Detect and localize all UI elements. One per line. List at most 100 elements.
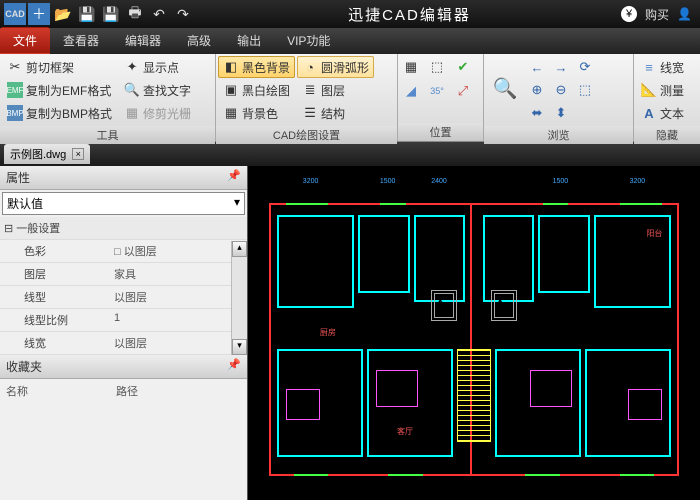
ortho-icon: ◢ — [403, 83, 419, 99]
arrow-left-icon: ← — [529, 59, 545, 75]
text-button[interactable]: A文本 — [636, 102, 689, 124]
zoom-fit-button[interactable]: 🔍 — [486, 56, 524, 120]
undo-icon[interactable]: ↶ — [148, 3, 170, 25]
trim-raster-button[interactable]: ▦修剪光栅 — [119, 102, 196, 124]
tab-vip[interactable]: VIP功能 — [274, 27, 343, 54]
ribbon-group-position: ▦ ⬚ ✔ ◢ 35° ⤢ 位置 — [398, 54, 484, 141]
sidebar: 属性 📌 默认值 ▾ ⊟ 一般设置 色彩□ 以图层 图层家具 线型以图层 线型比… — [0, 166, 248, 500]
group-label-browse: 浏览 — [484, 126, 633, 144]
property-row[interactable]: 线宽以图层 — [0, 332, 247, 355]
ribbon-group-tools: ✂剪切框架 EMF复制为EMF格式 BMP复制为BMP格式 ✦显示点 🔍查找文字… — [0, 54, 216, 141]
user-icon[interactable]: 👤 — [677, 7, 692, 21]
bg-color-button[interactable]: ▦背景色 — [218, 102, 295, 124]
snap-check-button[interactable]: ✔ — [452, 56, 476, 78]
property-row[interactable]: 线型以图层 — [0, 286, 247, 309]
nav-back-button[interactable]: ← — [526, 56, 548, 78]
property-row[interactable]: 色彩□ 以图层 — [0, 240, 247, 263]
properties-scrollbar[interactable]: ▴ ▾ — [231, 241, 247, 355]
tab-output[interactable]: 输出 — [224, 27, 274, 54]
arc-icon: ◔ — [302, 59, 318, 75]
app-logo-icon[interactable]: CAD — [4, 3, 26, 25]
document-tab[interactable]: 示例图.dwg × — [4, 144, 90, 164]
grid-icon: ▦ — [403, 59, 419, 75]
print-icon[interactable]: 🖶 — [124, 3, 146, 25]
default-value-dropdown[interactable]: 默认值 ▾ — [2, 192, 245, 215]
save-as-icon[interactable]: 💾 — [100, 3, 122, 25]
tab-advanced[interactable]: 高级 — [174, 27, 224, 54]
refresh-button[interactable]: ⟳ — [574, 56, 596, 78]
bw-draw-button[interactable]: ▣黑白绘图 — [218, 79, 295, 101]
workspace: 属性 📌 默认值 ▾ ⊟ 一般设置 色彩□ 以图层 图层家具 线型以图层 线型比… — [0, 166, 700, 500]
group-label-cad: CAD绘图设置 — [216, 126, 397, 144]
favorites-title: 收藏夹 — [6, 358, 42, 375]
new-file-icon[interactable]: ＋ — [28, 3, 50, 25]
tab-file[interactable]: 文件 — [0, 27, 50, 54]
measure-button[interactable]: 📐测量 — [636, 79, 689, 101]
text-icon: A — [641, 105, 657, 121]
zoom-window-icon: ⬚ — [577, 82, 593, 98]
bmp-icon: BMP — [7, 105, 23, 121]
ribbon-group-cad-settings: ◧黑色背景 ▣黑白绘图 ▦背景色 ◔圆滑弧形 ≣图层 ☰结构 CAD绘图设置 — [216, 54, 398, 141]
properties-title: 属性 — [6, 169, 30, 186]
zoom-out-button[interactable]: ⊖ — [550, 79, 572, 101]
buy-button[interactable]: 购买 — [645, 6, 669, 23]
copy-emf-button[interactable]: EMF复制为EMF格式 — [2, 79, 117, 101]
tab-viewer[interactable]: 查看器 — [50, 27, 112, 54]
trim-icon: ▦ — [124, 105, 140, 121]
tree-icon: ☰ — [302, 105, 318, 121]
palette-icon: ▣ — [223, 82, 239, 98]
floor-plan-drawing: ✕ ✕ 阳台 厨房 客厅 3200 1500 2400 1500 3200 — [260, 178, 688, 488]
menu-tabbar: 文件 查看器 编辑器 高级 输出 VIP功能 — [0, 28, 700, 54]
col-path: 路径 — [116, 383, 138, 399]
scale-icon: ⤢ — [455, 83, 471, 99]
ruler-icon: 📐 — [641, 82, 657, 98]
copy-bmp-button[interactable]: BMP复制为BMP格式 — [2, 102, 117, 124]
save-icon[interactable]: 💾 — [76, 3, 98, 25]
scroll-up-icon[interactable]: ▴ — [232, 241, 247, 257]
emf-icon: EMF — [7, 82, 23, 98]
black-bg-button[interactable]: ◧黑色背景 — [218, 56, 295, 78]
property-row[interactable]: 图层家具 — [0, 263, 247, 286]
fit-height-icon: ⬍ — [553, 105, 569, 121]
ortho-button[interactable]: ◢ — [400, 80, 424, 102]
fit-height-button[interactable]: ⬍ — [550, 102, 572, 124]
layer-button[interactable]: ≣图层 — [297, 79, 374, 101]
snap-button[interactable]: ⬚ — [426, 56, 450, 78]
pin-icon[interactable]: 📌 — [227, 358, 241, 375]
zoom-in-icon: ⊕ — [529, 82, 545, 98]
structure-button[interactable]: ☰结构 — [297, 102, 374, 124]
find-text-button[interactable]: 🔍查找文字 — [119, 79, 196, 101]
redo-icon[interactable]: ↷ — [172, 3, 194, 25]
zoom-in-button[interactable]: ⊕ — [526, 79, 548, 101]
group-label-hidden: 隐藏 — [634, 126, 700, 144]
fit-width-button[interactable]: ⬌ — [526, 102, 548, 124]
zoom-window-button[interactable]: ⬚ — [574, 79, 596, 101]
group-label-tools: 工具 — [0, 126, 215, 144]
drawing-canvas[interactable]: ✕ ✕ 阳台 厨房 客厅 3200 1500 2400 1500 3200 — [248, 166, 700, 500]
property-row[interactable]: 线型比例1 — [0, 309, 247, 332]
show-point-button[interactable]: ✦显示点 — [119, 56, 196, 78]
col-name: 名称 — [6, 383, 116, 399]
zoom-out-icon: ⊖ — [553, 82, 569, 98]
document-name: 示例图.dwg — [10, 146, 66, 162]
close-tab-icon[interactable]: × — [72, 148, 84, 160]
titlebar-left-icons: CAD ＋ 📂 💾 💾 🖶 ↶ ↷ — [0, 3, 198, 25]
group-label-position: 位置 — [398, 123, 483, 141]
lineweight-button[interactable]: ≡线宽 — [636, 56, 689, 78]
open-folder-icon[interactable]: 📂 — [52, 3, 74, 25]
favorites-header: 收藏夹 📌 — [0, 355, 247, 379]
properties-header: 属性 📌 — [0, 166, 247, 190]
favorites-panel: 名称 路径 — [0, 379, 247, 500]
angle-button[interactable]: 35° — [426, 80, 450, 102]
pin-icon[interactable]: 📌 — [227, 169, 241, 186]
cut-frame-button[interactable]: ✂剪切框架 — [2, 56, 117, 78]
currency-icon[interactable]: ¥ — [621, 6, 637, 22]
scroll-down-icon[interactable]: ▾ — [232, 339, 247, 355]
grid-button[interactable]: ▦ — [400, 56, 424, 78]
property-section-general[interactable]: ⊟ 一般设置 — [0, 217, 247, 240]
nav-fwd-button[interactable]: → — [550, 56, 572, 78]
smooth-arc-button[interactable]: ◔圆滑弧形 — [297, 56, 374, 78]
zoom-fit-icon: 🔍 — [493, 76, 517, 100]
tab-editor[interactable]: 编辑器 — [112, 27, 174, 54]
scale-button[interactable]: ⤢ — [452, 80, 476, 102]
